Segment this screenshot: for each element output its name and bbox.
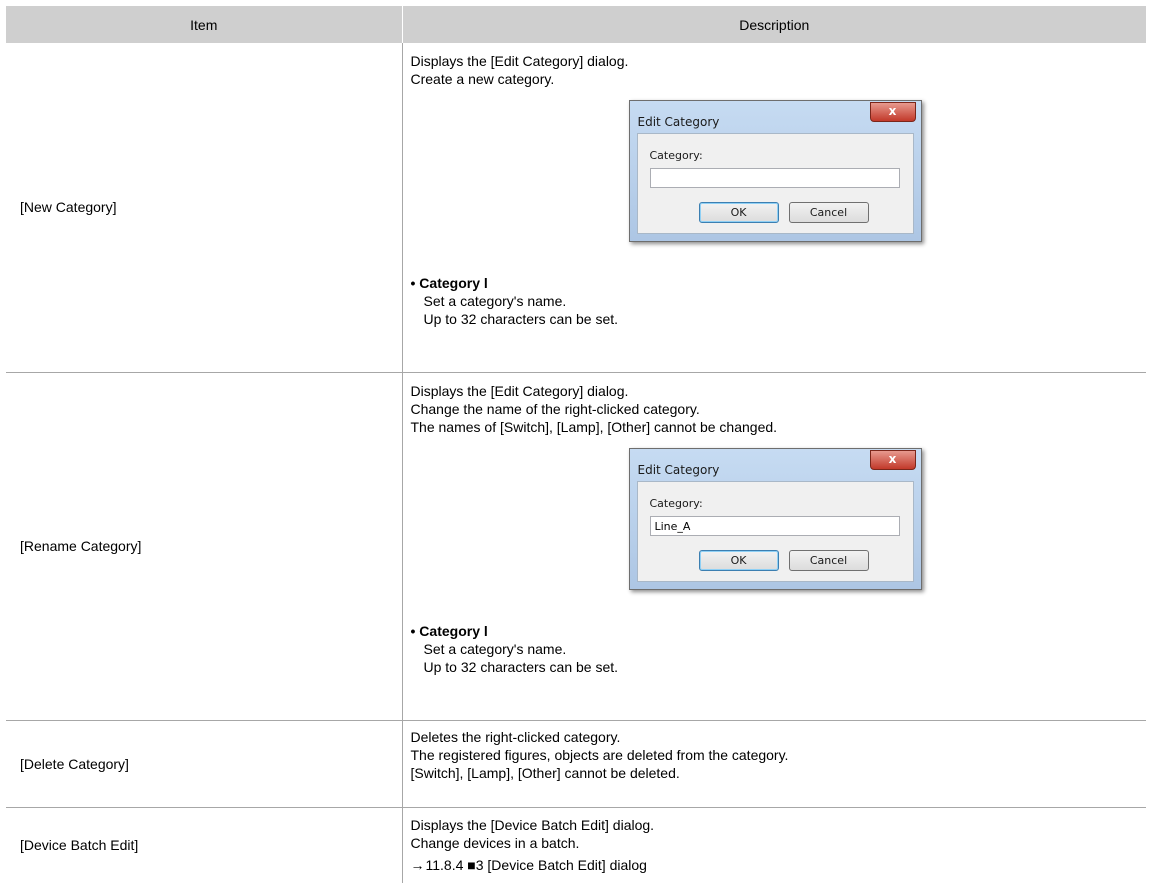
table-row: [Delete Category] Deletes the right-clic…	[6, 720, 1146, 808]
ok-button: OK	[698, 549, 779, 571]
description-cell: Displays the [Edit Category] dialog. Cha…	[402, 372, 1146, 721]
header-item: Item	[6, 6, 402, 43]
reference-link[interactable]: → 11.8.4 ■3 [Device Batch Edit] dialog	[411, 856, 1147, 874]
category-label: Category:	[649, 496, 703, 510]
table-row: [Device Batch Edit] Displays the [Device…	[6, 807, 1146, 883]
item-new-category: [New Category]	[6, 43, 403, 373]
dialog-title: Edit Category	[637, 115, 720, 129]
close-icon: x	[869, 102, 916, 122]
item-rename-category: [Rename Category]	[6, 372, 403, 721]
description-table: Item Description [New Category] Displays…	[6, 6, 1146, 883]
category-input: Line_A	[649, 515, 900, 536]
edit-category-dialog-image: Edit Category x Category: Line_A OK Canc…	[628, 447, 922, 590]
description-cell: Displays the [Device Batch Edit] dialog.…	[402, 807, 1146, 883]
description-line: Displays the [Edit Category] dialog.	[410, 53, 629, 69]
description-line: Create a new category.	[410, 71, 555, 87]
bullet-title: • Category l	[410, 622, 488, 639]
dialog-body: Category: Line_A OK Cancel	[636, 480, 914, 582]
cancel-button: Cancel	[788, 549, 869, 571]
bullet-line: Up to 32 characters can be set.	[423, 311, 619, 327]
bullet-line: Set a category's name.	[423, 640, 567, 657]
description-cell: Displays the [Edit Category] dialog. Cre…	[402, 43, 1146, 373]
description-line: [Switch], [Lamp], [Other] cannot be dele…	[410, 764, 680, 781]
category-label: Category:	[649, 149, 703, 162]
cancel-button: Cancel	[788, 202, 869, 223]
item-device-batch-edit: [Device Batch Edit]	[6, 807, 403, 883]
dialog-title: Edit Category	[637, 462, 720, 477]
table-row: [Rename Category] Displays the [Edit Cat…	[6, 372, 1146, 721]
item-delete-category: [Delete Category]	[6, 720, 403, 808]
description-cell: Deletes the right-clicked category. The …	[402, 720, 1146, 808]
edit-category-dialog-image: Edit Category x Category: OK Cancel	[628, 100, 922, 242]
header-row: Item Description	[6, 6, 1146, 43]
description-line: The names of [Switch], [Lamp], [Other] c…	[410, 418, 778, 435]
bullet-title: • Category l	[410, 275, 488, 291]
dialog-body: Category: OK Cancel	[636, 133, 914, 234]
close-icon: x	[869, 449, 916, 470]
edit-category-dialog: Edit Category x Category: Line_A OK Canc…	[628, 447, 922, 590]
bullet-line: Set a category's name.	[423, 293, 567, 309]
edit-category-dialog: Edit Category x Category: OK Cancel	[628, 100, 922, 242]
table-row: [New Category] Displays the [Edit Catego…	[6, 43, 1146, 373]
description-line: Change the name of the right-clicked cat…	[410, 400, 700, 417]
description-line: Deletes the right-clicked category.	[410, 728, 621, 745]
description-line: Displays the [Edit Category] dialog.	[410, 382, 629, 399]
arrow-icon: →	[410, 856, 425, 873]
reference-text[interactable]: 11.8.4 ■3 [Device Batch Edit] dialog	[426, 857, 647, 873]
description-line: The registered figures, objects are dele…	[410, 746, 789, 763]
description-line: Displays the [Device Batch Edit] dialog.	[410, 816, 655, 833]
category-input	[649, 168, 900, 188]
description-line: Change devices in a batch.	[410, 834, 580, 851]
header-description: Description	[401, 6, 1146, 43]
bullet-line: Up to 32 characters can be set.	[423, 658, 619, 675]
ok-button: OK	[698, 202, 779, 223]
